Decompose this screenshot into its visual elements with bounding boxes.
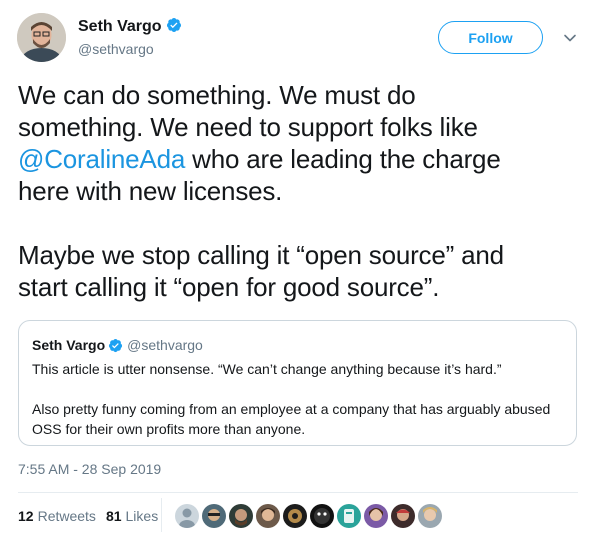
author-avatar[interactable] [17, 13, 66, 62]
quoted-author: Seth Vargo @sethvargo [32, 337, 203, 353]
tweet-line: We can do something. We must do [18, 80, 416, 110]
tweet-line: Maybe we stop calling it “open source” a… [18, 240, 504, 270]
liker-avatar[interactable] [202, 504, 226, 528]
quoted-handle: @sethvargo [127, 337, 203, 353]
retweets-label[interactable]: Retweets [38, 507, 96, 525]
liker-avatar[interactable] [418, 504, 442, 528]
tweet-line: here with new licenses. [18, 176, 283, 206]
chevron-down-icon[interactable] [562, 30, 578, 46]
liker-avatar[interactable] [337, 504, 361, 528]
liker-avatar[interactable] [175, 504, 199, 528]
tweet-line: start calling it “open for good source”. [18, 272, 440, 302]
tweet-card: Seth Vargo @sethvargo Follow We can do s… [0, 0, 604, 547]
liker-avatar[interactable] [256, 504, 280, 528]
likes-label[interactable]: Likes [126, 507, 159, 525]
quoted-tweet[interactable]: Seth Vargo @sethvargo This article is utt… [18, 320, 577, 446]
divider [18, 492, 578, 493]
tweet-line: @CoralineAda who are leading the charge [18, 144, 501, 174]
verified-badge-icon [166, 18, 181, 32]
author-name[interactable]: Seth Vargo [78, 17, 182, 37]
liker-avatar[interactable] [229, 504, 253, 528]
retweets-count[interactable]: 12 [18, 507, 34, 525]
mention-link[interactable]: @CoralineAda [18, 144, 185, 174]
tweet-stats: 12 Retweets 81 Likes [18, 507, 168, 525]
tweet-text: We can do something. We must do somethin… [18, 79, 588, 303]
author-handle[interactable]: @sethvargo [78, 40, 154, 58]
liker-avatar[interactable] [310, 504, 334, 528]
liker-avatar[interactable] [391, 504, 415, 528]
stats-separator [161, 498, 162, 532]
liker-avatars [175, 504, 442, 528]
likes-count[interactable]: 81 [106, 507, 122, 525]
quoted-text: This article is utter nonsense. “We can’… [32, 361, 551, 437]
liker-avatar[interactable] [364, 504, 388, 528]
timestamp[interactable]: 7:55 AM - 28 Sep 2019 [18, 460, 161, 478]
follow-button[interactable]: Follow [438, 21, 543, 54]
tweet-line: something. We need to support folks like [18, 112, 478, 142]
liker-avatar[interactable] [283, 504, 307, 528]
verified-badge-icon [109, 338, 123, 353]
